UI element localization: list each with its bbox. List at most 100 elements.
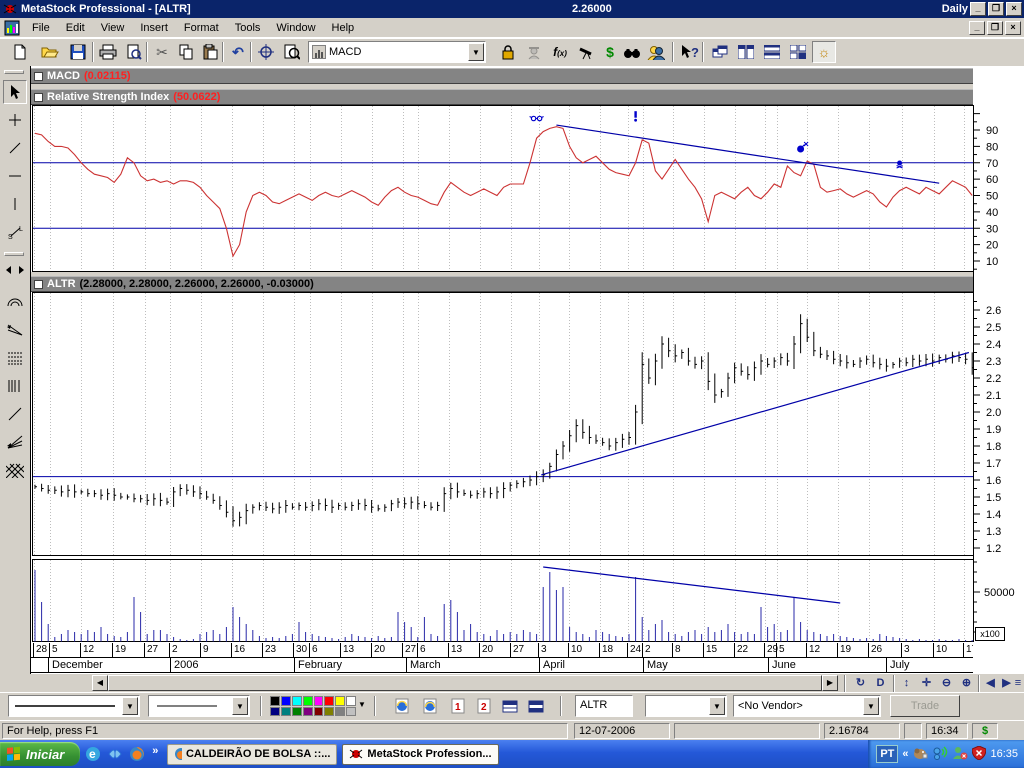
macd-collapse-box[interactable]: [34, 72, 43, 81]
minimize-button[interactable]: _: [970, 2, 986, 16]
scrollbar-right-arrow[interactable]: ▶: [822, 675, 838, 691]
fibonacci-arcs-tool[interactable]: [3, 290, 27, 314]
zoom-search-icon[interactable]: [280, 41, 304, 63]
rsi-trendline[interactable]: [556, 125, 939, 183]
tile-grid-icon[interactable]: [786, 41, 810, 63]
line-weight-dropdown-arrow[interactable]: ▼: [232, 697, 248, 715]
gann-fan-tool[interactable]: [3, 430, 27, 454]
context-help-icon[interactable]: ?: [678, 41, 702, 63]
color-swatch[interactable]: [346, 707, 356, 717]
page-left-icon[interactable]: ◀: [982, 676, 999, 691]
child-close-button[interactable]: ×: [1005, 21, 1021, 35]
save-icon[interactable]: [66, 41, 90, 63]
split-top-icon[interactable]: [498, 695, 522, 717]
indicator-builder-icon[interactable]: f(x): [548, 41, 572, 63]
color-swatch[interactable]: [324, 707, 334, 717]
restore-button[interactable]: ❐: [988, 2, 1004, 16]
trendline-sl-tool[interactable]: SL: [3, 220, 27, 244]
vendor-dropdown-arrow[interactable]: ▼: [863, 697, 879, 715]
color-palette[interactable]: [270, 696, 356, 716]
line-style-combobox[interactable]: ▼: [8, 695, 140, 717]
crosshair-pointer-icon[interactable]: [254, 41, 278, 63]
price-ohlc-bars[interactable]: [35, 314, 973, 527]
rsi-panel-header[interactable]: Relative Strength Index (50.0622) ❐×: [31, 89, 1024, 105]
ie-quicklaunch-icon[interactable]: e: [84, 745, 102, 763]
mail-quicklaunch-icon[interactable]: [106, 745, 124, 763]
trendline-tool[interactable]: [3, 136, 27, 160]
fibonacci-timezones-tool[interactable]: [3, 374, 27, 398]
task-button-browser[interactable]: CALDEIRÃO DE BOLSA ::...: [167, 744, 337, 765]
rsi-collapse-box[interactable]: [34, 93, 43, 102]
pointer-tool[interactable]: [3, 80, 27, 104]
palette-grip[interactable]: [4, 70, 24, 74]
line-style-dropdown-arrow[interactable]: ▼: [122, 697, 138, 715]
expert-advisor-icon[interactable]: [522, 41, 546, 63]
explorer-telescope-icon[interactable]: [574, 41, 598, 63]
color-swatch[interactable]: [281, 707, 291, 717]
fit-all-icon[interactable]: ✛: [918, 676, 935, 691]
tile-horizontal-icon[interactable]: [760, 41, 784, 63]
task-button-metastock[interactable]: MetaStock Profession...: [342, 744, 498, 765]
fit-vertical-icon[interactable]: ↕: [898, 676, 915, 691]
paste-icon[interactable]: [198, 41, 222, 63]
price-plot[interactable]: [32, 292, 973, 556]
color-dropdown-arrow[interactable]: ▼: [358, 700, 366, 709]
color-swatch[interactable]: [303, 696, 313, 706]
price-collapse-box[interactable]: [34, 280, 43, 289]
crosshair-tool[interactable]: [3, 108, 27, 132]
menu-format[interactable]: Format: [176, 19, 227, 37]
layout-gear-icon[interactable]: ☼: [812, 41, 836, 63]
cut-icon[interactable]: ✂: [150, 41, 174, 63]
fibonacci-fan-tool[interactable]: [3, 318, 27, 342]
messenger-tray-icon[interactable]: [952, 746, 968, 763]
security-lock-icon[interactable]: [496, 41, 520, 63]
color-swatch[interactable]: [292, 696, 302, 706]
horizontal-line-tool[interactable]: [3, 164, 27, 188]
color-swatch[interactable]: [281, 696, 291, 706]
tray-chevron[interactable]: «: [902, 748, 908, 760]
zoom-out-icon[interactable]: ⊖: [938, 676, 955, 691]
color-swatch[interactable]: [335, 696, 345, 706]
periodicity-daily-button[interactable]: D: [872, 676, 889, 691]
new-icon[interactable]: [8, 41, 32, 63]
palette-grip[interactable]: [4, 252, 24, 256]
symbol-box[interactable]: ALTR: [575, 695, 633, 717]
layout-page1-icon[interactable]: 1: [446, 695, 470, 717]
split-bottom-icon[interactable]: [524, 695, 548, 717]
scrollbar-thumb[interactable]: [108, 675, 822, 691]
trade-button[interactable]: Trade: [890, 695, 960, 717]
gann-line-tool[interactable]: [3, 402, 27, 426]
color-swatch[interactable]: [314, 696, 324, 706]
vendor-combobox[interactable]: <No Vendor> ▼: [733, 695, 881, 717]
network-tray-icon[interactable]: [932, 746, 948, 763]
zoom-in-icon[interactable]: ⊕: [958, 676, 975, 691]
language-indicator[interactable]: PT: [876, 745, 898, 763]
indicator-combobox[interactable]: MACD ▼: [308, 41, 486, 63]
menu-file[interactable]: File: [24, 19, 58, 37]
open-icon[interactable]: [38, 41, 62, 63]
menu-list-icon[interactable]: ≡: [1012, 676, 1024, 691]
scroll-right-tool[interactable]: [15, 262, 26, 278]
tile-vertical-icon[interactable]: [734, 41, 758, 63]
child-restore-button[interactable]: ❐: [987, 21, 1003, 35]
layout-page2-icon[interactable]: 2: [472, 695, 496, 717]
color-swatch[interactable]: [292, 707, 302, 717]
volume-downtrend-line[interactable]: [543, 567, 840, 603]
quicklaunch-chevron[interactable]: »: [152, 745, 158, 757]
macd-panel-header[interactable]: MACD (0.02115) ❐×: [31, 68, 1024, 84]
binoculars-find-icon[interactable]: [620, 41, 644, 63]
vertical-line-tool[interactable]: [3, 192, 27, 216]
price-panel-header[interactable]: ALTR (2.28000, 2.28000, 2.26000, 2.26000…: [31, 276, 1024, 292]
refresh-icon[interactable]: ↻: [852, 676, 869, 691]
child-minimize-button[interactable]: _: [969, 21, 985, 35]
gann-grid-tool[interactable]: [3, 458, 27, 482]
volume-plot[interactable]: [32, 559, 973, 642]
menu-tools[interactable]: Tools: [227, 19, 269, 37]
price-uptrend-line[interactable]: [541, 353, 969, 475]
color-swatch[interactable]: [270, 696, 280, 706]
menu-view[interactable]: View: [93, 19, 133, 37]
start-button[interactable]: Iniciar: [0, 742, 80, 766]
menu-insert[interactable]: Insert: [132, 19, 176, 37]
rsi-line[interactable]: [35, 127, 972, 256]
scroll-left-tool[interactable]: [3, 262, 14, 278]
